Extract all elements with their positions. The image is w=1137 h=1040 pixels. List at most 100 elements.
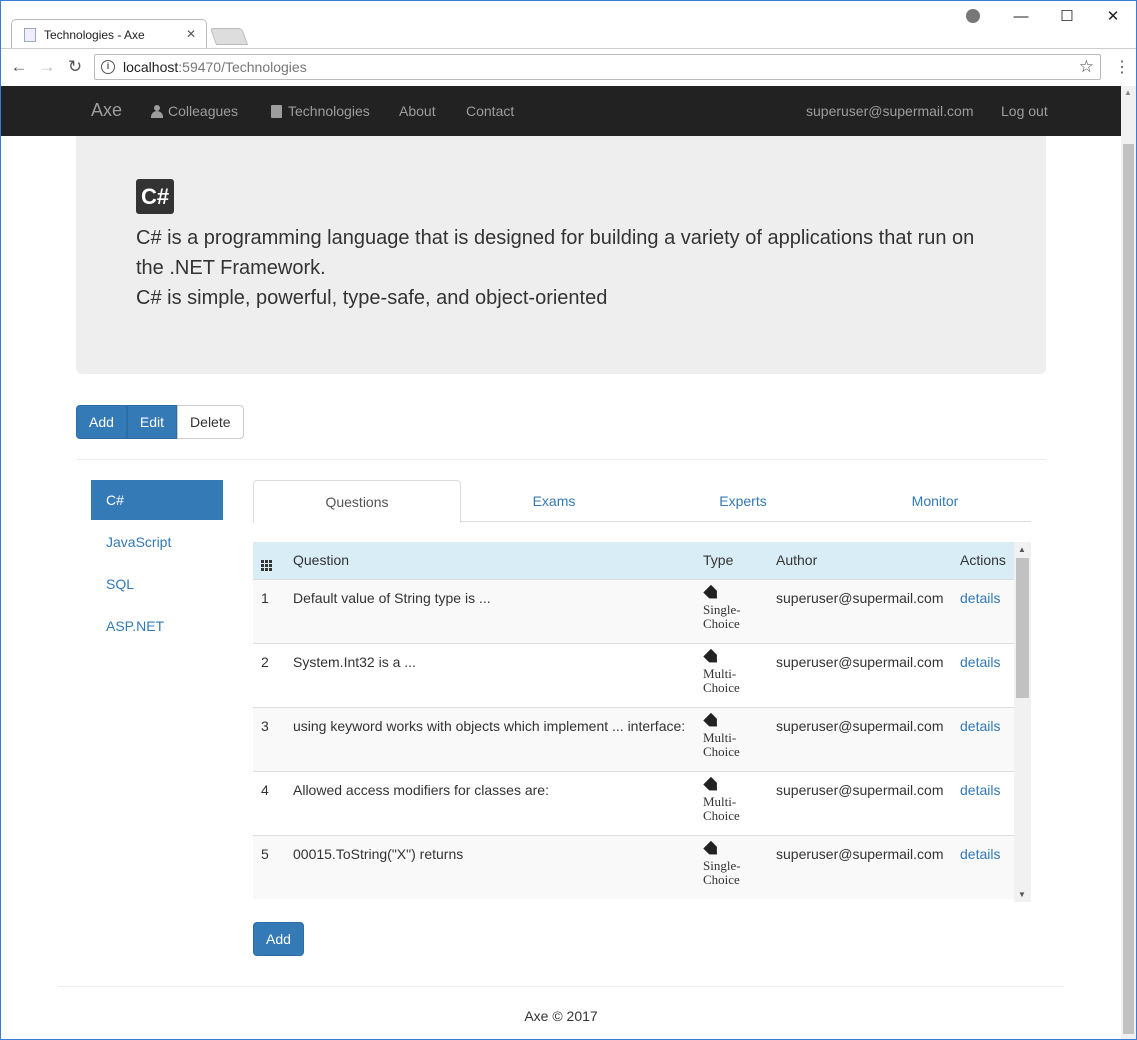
technology-badge: C# (136, 179, 175, 214)
question-type-label: Multi-Choice (703, 665, 740, 695)
technology-jumbotron: C# C# is a programming language that is … (76, 136, 1046, 374)
sidebar-item-javascript[interactable]: JavaScript (91, 522, 223, 562)
tab-monitor[interactable]: Monitor (839, 480, 1031, 522)
details-link[interactable]: details (960, 846, 1000, 862)
browser-menu-icon[interactable]: ⋮ (1114, 57, 1130, 77)
forward-arrow-icon[interactable]: → (33, 57, 61, 77)
footer-text: Axe © 2017 (524, 1008, 598, 1024)
question-type: Multi-Choice (695, 643, 768, 707)
description-line-1: C# is a programming language that is des… (136, 227, 975, 279)
details-link[interactable]: details (960, 718, 1000, 734)
browser-tab-title: Technologies - Axe (44, 27, 145, 42)
footer-divider (58, 986, 1064, 987)
details-link[interactable]: details (960, 590, 1000, 606)
address-bar[interactable]: i localhost :59470/Technologies ☆ (94, 54, 1101, 80)
table-scrollbar[interactable]: ▲ ▼ (1014, 542, 1031, 902)
question-type-label: Multi-Choice (703, 729, 740, 759)
nav-colleagues[interactable]: Colleagues (151, 103, 238, 119)
select-all-header[interactable] (253, 542, 285, 579)
maximize-button[interactable]: ☐ (1044, 7, 1090, 25)
question-type: Single-Choice (695, 835, 768, 899)
page-scrollbar-thumb[interactable] (1123, 144, 1134, 1034)
table-header-row: Question Type Author Actions (253, 542, 1014, 579)
row-number: 4 (261, 781, 269, 798)
tag-icon (703, 776, 721, 794)
question-author: superuser@supermail.com (776, 845, 944, 862)
row-number: 1 (261, 589, 269, 606)
question-text: 00015.ToString("X") returns (293, 845, 464, 862)
profile-icon[interactable] (966, 9, 980, 23)
page-scrollbar[interactable]: ▲ (1121, 86, 1136, 1039)
question-author: superuser@supermail.com (776, 781, 944, 798)
page-scroll-up-icon[interactable]: ▲ (1124, 88, 1132, 97)
url-path: :59470/Technologies (178, 59, 307, 75)
question-type: Multi-Choice (695, 771, 768, 835)
header-question[interactable]: Question (285, 542, 695, 579)
nav-colleagues-label: Colleagues (168, 103, 239, 119)
description-line-2: C# is simple, powerful, type-safe, and o… (136, 287, 608, 309)
technology-sidebar: C# JavaScript SQL ASP.NET (91, 480, 223, 648)
tab-experts[interactable]: Experts (647, 480, 839, 522)
question-text: using keyword works with objects which i… (293, 717, 686, 734)
tab-questions[interactable]: Questions (253, 480, 461, 523)
browser-window: Technologies - Axe ✕ — ☐ ✕ ← → ↻ i local… (0, 0, 1137, 1040)
add-question-button[interactable]: Add (253, 922, 304, 956)
tag-icon (703, 712, 721, 730)
sidebar-item-aspnet[interactable]: ASP.NET (91, 606, 223, 646)
tab-exams[interactable]: Exams (461, 480, 647, 522)
close-tab-icon[interactable]: ✕ (186, 27, 196, 41)
sidebar-item-sql[interactable]: SQL (91, 564, 223, 604)
row-number: 3 (261, 717, 269, 734)
add-technology-button[interactable]: Add (76, 405, 127, 439)
info-icon[interactable]: i (101, 60, 115, 74)
header-type[interactable]: Type (695, 542, 768, 579)
url-host: localhost (123, 59, 179, 75)
divider (76, 459, 1046, 460)
table-row[interactable]: 1 Default value of String type is ... Si… (253, 579, 1014, 643)
technology-actions: Add Edit Delete (76, 405, 244, 439)
grid-icon (261, 559, 272, 571)
header-actions: Actions (960, 552, 1006, 569)
scroll-down-icon[interactable]: ▼ (1018, 890, 1026, 899)
question-author: superuser@supermail.com (776, 589, 944, 606)
reload-icon[interactable]: ↻ (61, 57, 89, 77)
questions-table-container: Question Type Author Actions 1 Default v… (253, 542, 1031, 902)
page-viewport: Axe Colleagues Technologies About Contac… (1, 86, 1121, 1039)
table-row[interactable]: 5 00015.ToString("X") returns Single-Cho… (253, 835, 1014, 899)
scroll-up-icon[interactable]: ▲ (1018, 545, 1026, 554)
window-controls: — ☐ ✕ (998, 1, 1136, 31)
header-author[interactable]: Author (768, 542, 952, 579)
title-bar: Technologies - Axe ✕ — ☐ ✕ (1, 1, 1136, 49)
row-number: 2 (261, 653, 269, 670)
question-text: Default value of String type is ... (293, 589, 491, 606)
question-type-label: Single-Choice (703, 601, 741, 631)
questions-table: Question Type Author Actions 1 Default v… (253, 542, 1014, 899)
table-scrollbar-thumb[interactable] (1016, 558, 1029, 698)
table-row[interactable]: 3 using keyword works with objects which… (253, 707, 1014, 771)
nav-about[interactable]: About (399, 103, 436, 119)
question-type: Multi-Choice (695, 707, 768, 771)
navbar-brand[interactable]: Axe (91, 100, 122, 121)
nav-user-email[interactable]: superuser@supermail.com (806, 103, 974, 119)
browser-toolbar: ← → ↻ i localhost :59470/Technologies ☆ … (1, 48, 1136, 85)
tag-icon (703, 584, 721, 602)
delete-technology-button[interactable]: Delete (177, 405, 244, 439)
nav-technologies[interactable]: Technologies (271, 103, 370, 119)
table-row[interactable]: 2 System.Int32 is a ... Multi-Choice sup… (253, 643, 1014, 707)
table-row[interactable]: 4 Allowed access modifiers for classes a… (253, 771, 1014, 835)
new-tab-button[interactable] (209, 28, 249, 45)
page-icon (24, 27, 36, 42)
nav-logout[interactable]: Log out (1001, 103, 1048, 119)
edit-technology-button[interactable]: Edit (126, 405, 178, 439)
close-window-button[interactable]: ✕ (1090, 7, 1136, 25)
nav-contact[interactable]: Contact (466, 103, 514, 119)
minimize-button[interactable]: — (998, 8, 1044, 25)
sidebar-item-csharp[interactable]: C# (91, 480, 223, 520)
technology-description: C# is a programming language that is des… (136, 223, 976, 313)
browser-tab[interactable]: Technologies - Axe ✕ (11, 19, 207, 49)
book-icon (271, 104, 282, 118)
details-link[interactable]: details (960, 782, 1000, 798)
bookmark-star-icon[interactable]: ☆ (1079, 57, 1094, 77)
back-arrow-icon[interactable]: ← (5, 57, 33, 77)
details-link[interactable]: details (960, 654, 1000, 670)
